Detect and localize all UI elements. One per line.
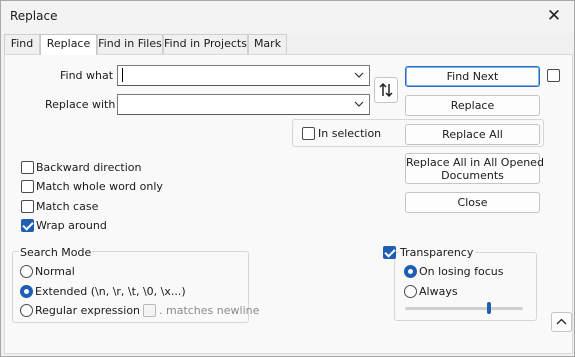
window-title: Replace xyxy=(10,9,58,23)
title-bar: Replace ✕ xyxy=(1,1,574,33)
backward-direction-label: Backward direction xyxy=(36,161,142,174)
find-next-button[interactable]: Find Next xyxy=(405,66,540,87)
transparency-on-losing-focus-label: On losing focus xyxy=(419,265,504,278)
mode-regex-label: Regular expression xyxy=(35,304,141,317)
swap-arrows-icon xyxy=(379,82,393,98)
tab-find-in-projects[interactable]: Find in Projects xyxy=(163,34,248,54)
match-case-label: Match case xyxy=(36,200,99,213)
close-button[interactable]: Close xyxy=(405,192,540,213)
wrap-around-label: Wrap around xyxy=(36,219,107,232)
replace-with-input[interactable] xyxy=(117,94,370,115)
text-cursor xyxy=(122,68,123,82)
match-case-checkbox[interactable] xyxy=(21,200,34,213)
tab-find-in-files[interactable]: Find in Files xyxy=(97,34,163,54)
tab-mark[interactable]: Mark xyxy=(248,34,287,54)
in-selection-checkbox[interactable] xyxy=(302,127,315,140)
mode-extended-label: Extended (\n, \r, \t, \0, \x...) xyxy=(35,285,186,298)
matches-newline-label: . matches newline xyxy=(159,304,260,317)
transparency-checkbox[interactable] xyxy=(383,246,396,259)
chevron-down-icon[interactable] xyxy=(353,68,365,82)
close-icon: ✕ xyxy=(546,6,562,26)
transparency-on-losing-focus-radio[interactable] xyxy=(404,265,417,278)
in-selection-label: In selection xyxy=(318,127,382,140)
transparency-slider[interactable] xyxy=(405,307,523,310)
matches-newline-checkbox[interactable] xyxy=(143,304,156,317)
tab-replace[interactable]: Replace xyxy=(40,34,97,55)
mode-normal-radio[interactable] xyxy=(20,265,33,278)
mode-extended-radio[interactable] xyxy=(20,285,33,298)
replace-all-opened-button[interactable]: Replace All in All Opened Documents xyxy=(405,153,544,184)
replace-button[interactable]: Replace xyxy=(405,95,540,116)
transparency-label: Transparency xyxy=(398,246,476,259)
find-what-label: Find what : xyxy=(60,69,121,82)
replace-all-button[interactable]: Replace All xyxy=(405,124,540,145)
chevron-down-icon[interactable] xyxy=(353,97,365,111)
transparency-always-radio[interactable] xyxy=(404,285,417,298)
collapse-dialog-button[interactable] xyxy=(551,312,572,332)
replace-with-label: Replace with : xyxy=(45,98,123,111)
transparency-slider-thumb[interactable] xyxy=(486,302,491,314)
wrap-around-checkbox[interactable] xyxy=(21,219,34,232)
tab-find[interactable]: Find xyxy=(4,34,40,54)
backward-direction-checkbox[interactable] xyxy=(21,161,34,174)
swap-find-replace-button[interactable] xyxy=(374,77,398,103)
search-mode-title: Search Mode xyxy=(19,246,93,259)
transparency-pin-checkbox[interactable] xyxy=(547,69,560,82)
find-what-input[interactable] xyxy=(117,65,370,86)
match-whole-word-checkbox[interactable] xyxy=(21,180,34,193)
replace-dialog: Replace ✕ Find Replace Find in Files Fin… xyxy=(0,0,575,357)
match-whole-word-label: Match whole word only xyxy=(36,180,163,193)
chevron-up-icon xyxy=(556,318,567,325)
mode-normal-label: Normal xyxy=(35,265,75,278)
transparency-always-label: Always xyxy=(419,285,458,298)
close-window-button[interactable]: ✕ xyxy=(542,5,566,29)
mode-regex-radio[interactable] xyxy=(20,304,33,317)
